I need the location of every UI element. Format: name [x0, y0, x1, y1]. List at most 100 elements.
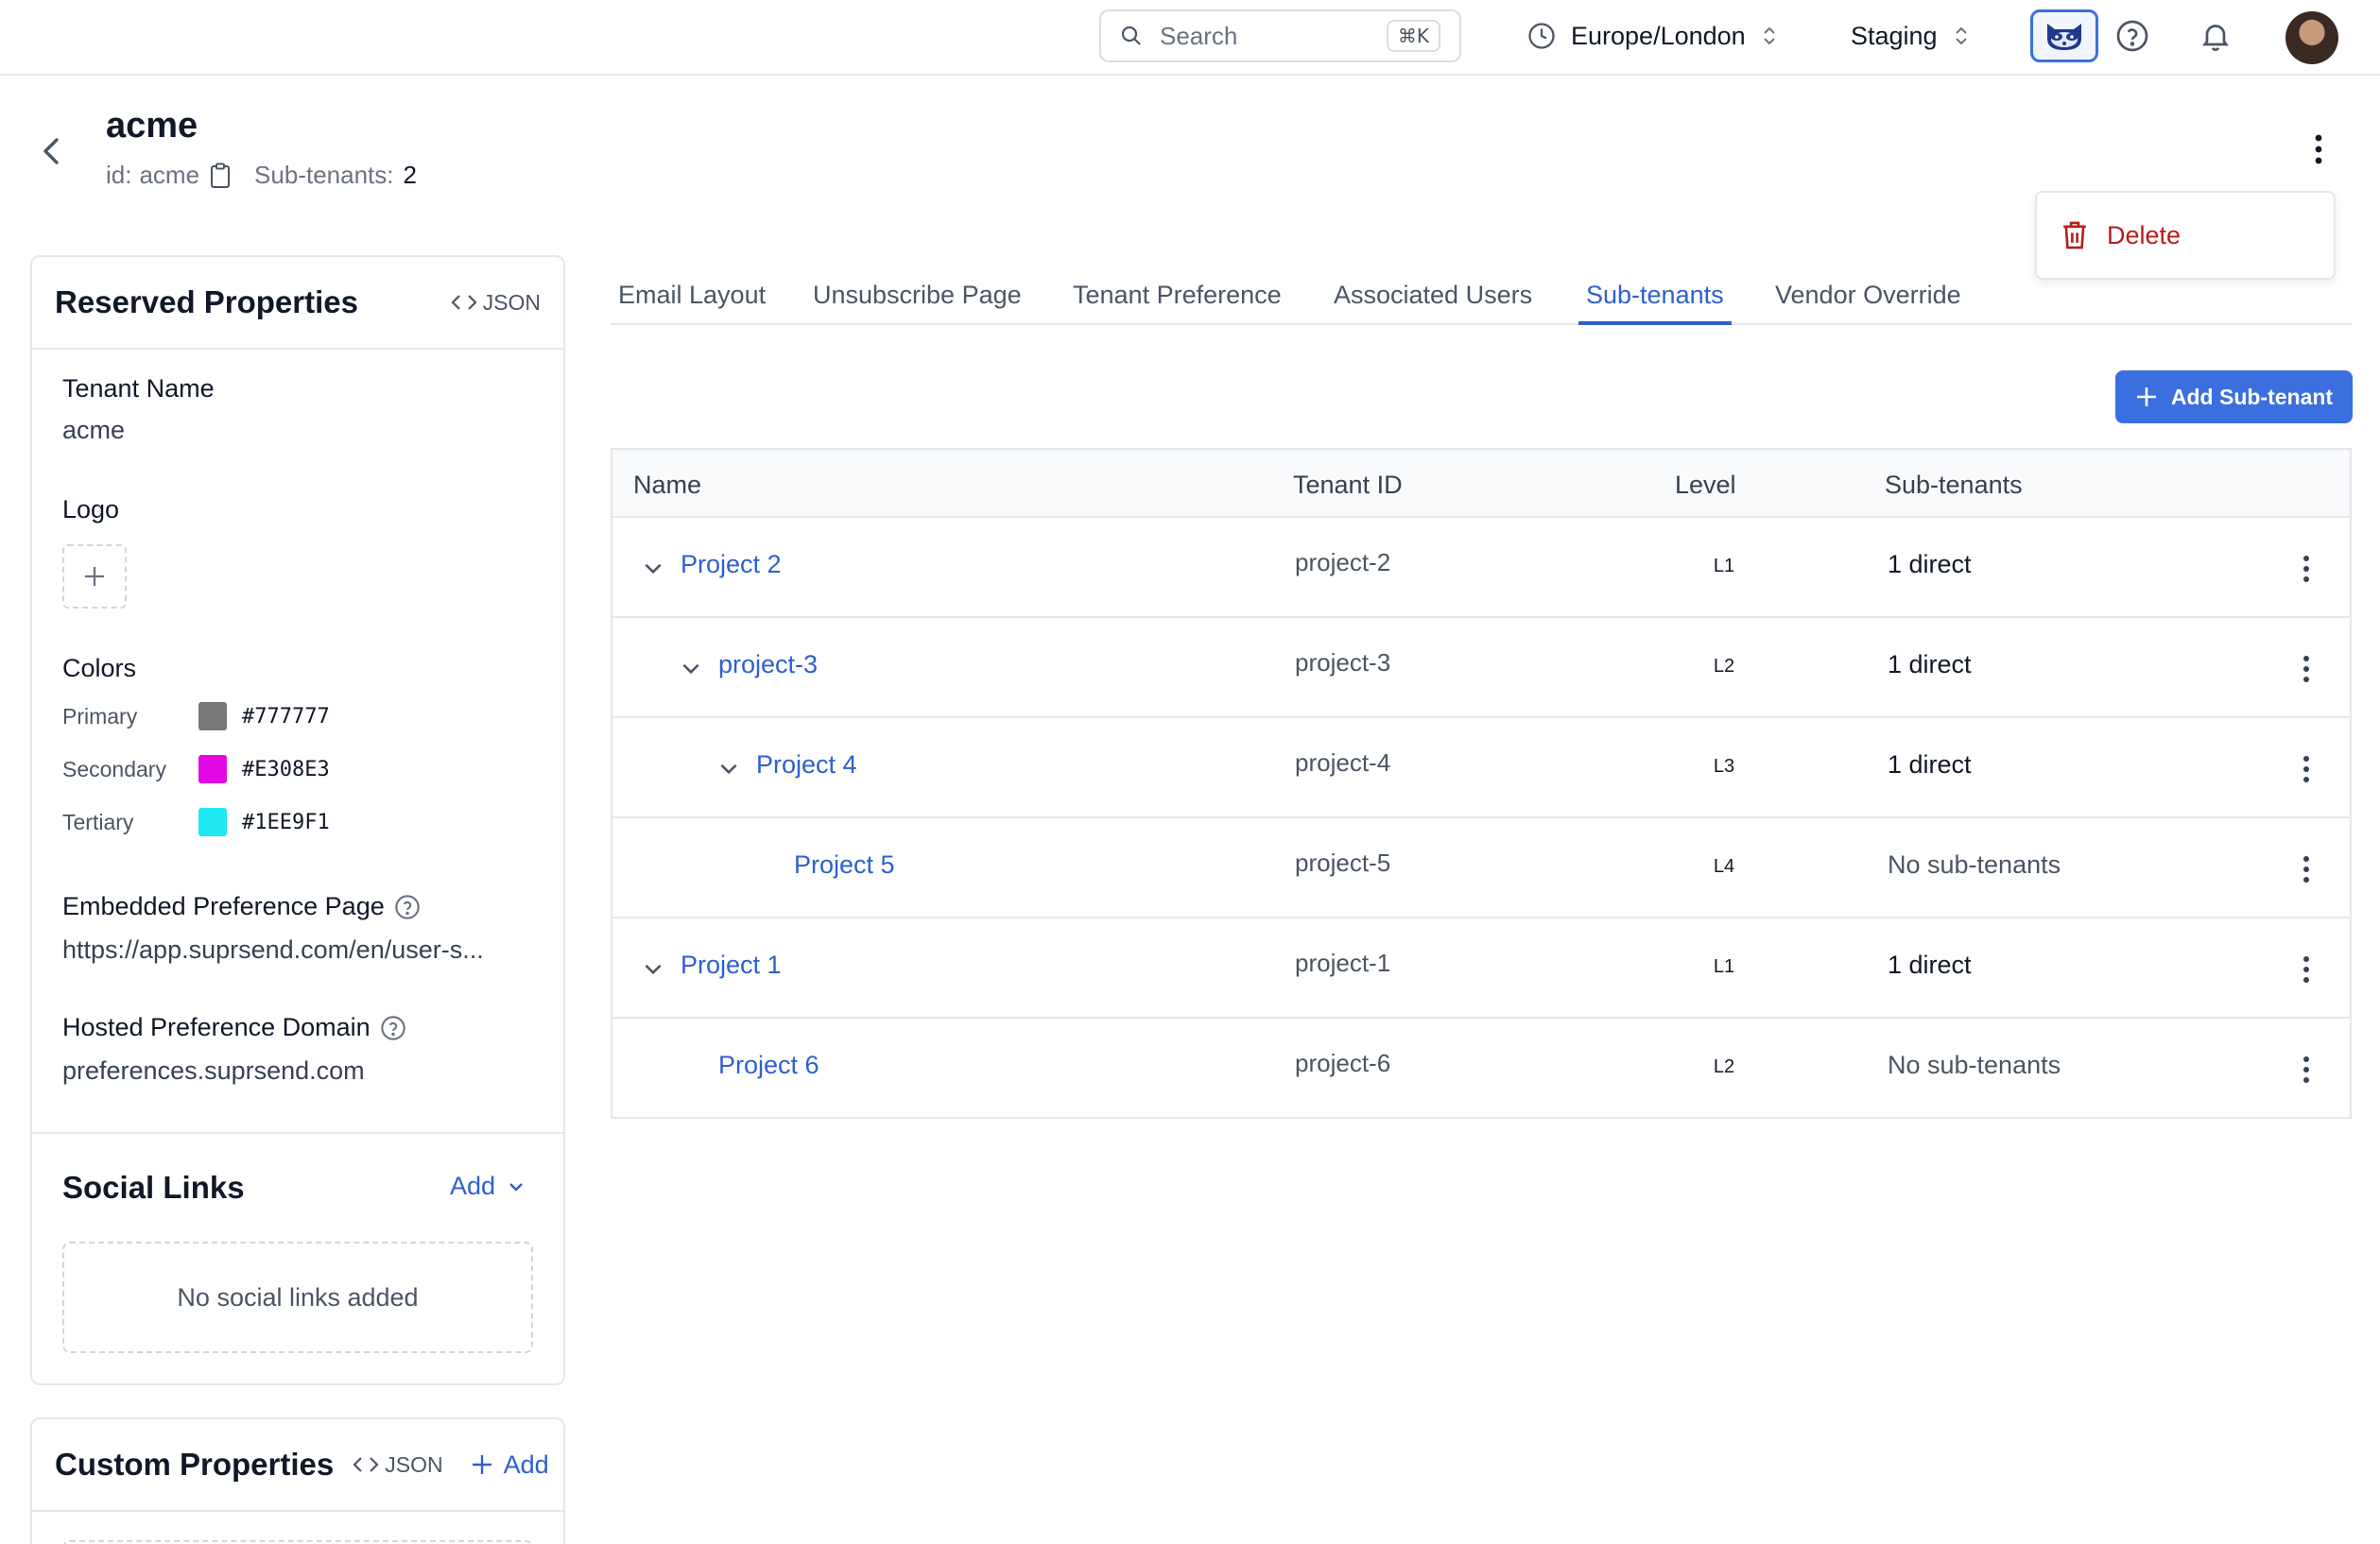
custom-properties-empty — [62, 1540, 533, 1544]
avatar[interactable] — [2285, 11, 2338, 64]
tab-vendor-override[interactable]: Vendor Override — [1775, 272, 1961, 325]
tenant-level: L2 — [1713, 1056, 1735, 1077]
chevron-down-icon[interactable] — [716, 756, 741, 781]
timezone-selector[interactable]: Europe/London — [1527, 17, 1780, 55]
id-value: acme — [139, 161, 200, 189]
reserved-properties-title: Reserved Properties — [55, 284, 358, 319]
row-more-icon[interactable] — [2295, 1053, 2318, 1087]
tenant-id: project-5 — [1295, 849, 1391, 877]
column-header-tenant-id: Tenant ID — [1293, 471, 1403, 499]
tenant-id: project-6 — [1295, 1049, 1391, 1077]
color-row-primary: Primary #777777 — [62, 701, 330, 731]
custom-properties-header: Custom Properties JSON Add — [32, 1419, 563, 1512]
sub-tenants-table: Name Tenant ID Level Sub-tenants Project… — [611, 448, 2352, 1119]
row-more-icon[interactable] — [2295, 852, 2318, 886]
add-sub-tenant-label: Add Sub-tenant — [2170, 384, 2334, 409]
table-row[interactable]: Project 1 project-1 L1 1 direct — [612, 918, 2350, 1019]
tenant-name-link[interactable]: Project 4 — [756, 750, 857, 780]
column-header-level: Level — [1675, 471, 1736, 499]
tab-associated-users[interactable]: Associated Users — [1334, 272, 1532, 325]
table-row[interactable]: Project 5 project-5 L4 No sub-tenants — [612, 818, 2350, 918]
color-name: Secondary — [62, 756, 166, 781]
table-row[interactable]: project-3 project-3 L2 1 direct — [612, 618, 2350, 718]
search-placeholder: Search — [1160, 21, 1238, 50]
sub-tenant-count: 1 direct — [1888, 550, 1972, 578]
row-more-icon[interactable] — [2295, 752, 2318, 786]
add-sub-tenant-button[interactable]: Add Sub-tenant — [2115, 370, 2353, 423]
sub-tenant-count: No sub-tenants — [1888, 1051, 2061, 1079]
hosted-domain-label: Hosted Preference Domain — [62, 1013, 371, 1041]
tenant-name-label: Tenant Name — [62, 374, 215, 403]
environment-selector[interactable]: Staging — [1851, 17, 1972, 55]
tenant-name-value: acme — [62, 416, 126, 444]
color-row-tertiary: Tertiary #1EE9F1 — [62, 807, 330, 837]
embedded-preference-label-row: Embedded Preference Page — [62, 892, 421, 921]
tenant-name-link[interactable]: project-3 — [718, 650, 818, 679]
tenant-name-link[interactable]: Project 6 — [718, 1051, 819, 1080]
chevron-down-icon[interactable] — [641, 556, 665, 580]
chevron-updown-icon — [1763, 26, 1775, 45]
bell-icon[interactable] — [2199, 19, 2233, 53]
delete-menu-item[interactable]: Delete — [2035, 191, 2336, 280]
table-header: Name Tenant ID Level Sub-tenants — [612, 450, 2350, 518]
help-icon[interactable] — [2115, 19, 2149, 53]
sub-tenant-count: 1 direct — [1888, 750, 1972, 779]
color-swatch[interactable] — [198, 808, 227, 836]
sub-tenant-count: 1 direct — [1888, 951, 1972, 979]
more-options-icon[interactable] — [2302, 130, 2336, 168]
trash-icon — [2063, 221, 2086, 249]
tab-email-layout[interactable]: Email Layout — [618, 272, 766, 325]
plus-icon — [472, 1455, 492, 1474]
code-icon — [451, 295, 477, 310]
help-icon[interactable] — [380, 1015, 406, 1041]
tenant-id: project-2 — [1295, 548, 1391, 576]
tenant-meta: id: acme Sub-tenants: 2 — [106, 161, 417, 190]
chevron-updown-icon — [1955, 26, 1967, 45]
row-more-icon[interactable] — [2295, 952, 2318, 986]
add-custom-property-button[interactable]: Add — [470, 1450, 549, 1480]
json-toggle[interactable]: JSON — [451, 290, 541, 316]
search-input[interactable]: Search ⌘K — [1099, 9, 1461, 62]
color-hex: #1EE9F1 — [242, 810, 330, 834]
back-arrow-icon[interactable] — [38, 132, 66, 170]
add-custom-property-label: Add — [503, 1450, 549, 1479]
logo-label: Logo — [62, 495, 120, 523]
tenant-id: project-1 — [1295, 949, 1391, 977]
tab-tenant-preference[interactable]: Tenant Preference — [1073, 272, 1282, 325]
mascot-button[interactable] — [2030, 9, 2098, 62]
search-icon — [1121, 26, 1141, 45]
row-more-icon[interactable] — [2295, 552, 2318, 586]
add-social-link-button[interactable]: Add — [450, 1172, 527, 1201]
social-links-empty: No social links added — [62, 1242, 533, 1353]
color-swatch[interactable] — [198, 702, 227, 730]
subtenants-count-value: 2 — [403, 161, 417, 189]
chevron-down-icon[interactable] — [679, 656, 703, 680]
help-icon[interactable] — [394, 894, 421, 920]
tenant-name-link[interactable]: Project 2 — [681, 550, 782, 579]
id-label: id: — [106, 161, 132, 189]
chevron-down-icon[interactable] — [641, 956, 665, 981]
logo-upload-button[interactable] — [62, 544, 127, 609]
table-row[interactable]: Project 4 project-4 L3 1 direct — [612, 718, 2350, 818]
tenant-level: L1 — [1713, 956, 1735, 977]
color-swatch[interactable] — [198, 755, 227, 783]
color-name: Primary — [62, 703, 138, 729]
delete-label: Delete — [2107, 220, 2182, 249]
tab-sub-tenants[interactable]: Sub-tenants — [1578, 272, 1732, 325]
tenant-level: L1 — [1713, 556, 1735, 576]
tenant-name-link[interactable]: Project 5 — [794, 850, 895, 880]
json-toggle[interactable]: JSON — [353, 1452, 443, 1478]
row-more-icon[interactable] — [2295, 652, 2318, 686]
social-links-empty-text: No social links added — [177, 1282, 419, 1312]
tenant-level: L3 — [1713, 756, 1735, 777]
tenant-id: project-3 — [1295, 648, 1391, 677]
reserved-properties-header: Reserved Properties JSON — [32, 257, 563, 350]
tenant-level: L4 — [1713, 856, 1735, 877]
tenant-level: L2 — [1713, 656, 1735, 677]
tab-unsubscribe-page[interactable]: Unsubscribe Page — [813, 272, 1022, 325]
tenant-name-link[interactable]: Project 1 — [681, 951, 782, 980]
divider — [32, 1132, 563, 1134]
clipboard-icon[interactable] — [209, 163, 232, 189]
table-row[interactable]: Project 2 project-2 L1 1 direct — [612, 518, 2350, 618]
table-row[interactable]: Project 6 project-6 L2 No sub-tenants — [612, 1019, 2350, 1119]
